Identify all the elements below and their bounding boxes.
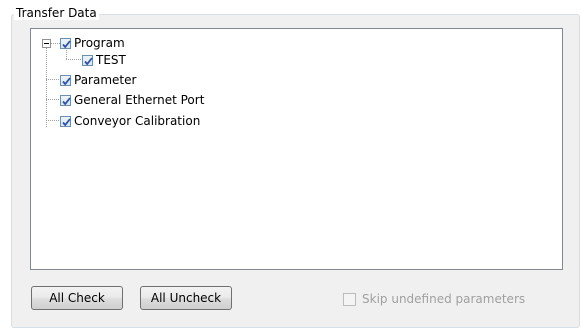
skip-undefined-checkbox-box[interactable] [343, 292, 356, 306]
tree-item-label: Program [74, 36, 125, 50]
tree-item-general-ethernet-port[interactable]: General Ethernet Port [60, 90, 204, 110]
all-uncheck-button[interactable]: All Uncheck [140, 286, 232, 310]
checkmark-icon [62, 117, 71, 126]
program-checkbox[interactable] [60, 37, 71, 49]
tree-connector-test [66, 59, 81, 60]
conveyor-calibration-checkbox[interactable] [60, 115, 71, 127]
transfer-tree-view[interactable]: Program TEST Parameter General Ethernet … [30, 28, 563, 270]
tree-item-parameter[interactable]: Parameter [60, 70, 136, 90]
tree-item-conveyor-calibration[interactable]: Conveyor Calibration [60, 111, 200, 131]
tree-item-test[interactable]: TEST [82, 50, 126, 70]
checkmark-icon [62, 76, 71, 85]
checkmark-icon [62, 39, 71, 48]
test-checkbox[interactable] [82, 54, 93, 66]
collapse-icon[interactable] [42, 39, 51, 48]
tree-connector-ethernet [46, 99, 59, 100]
tree-connector-program-h [51, 43, 60, 44]
tree-item-label: General Ethernet Port [74, 93, 205, 107]
tree-item-label: Conveyor Calibration [74, 114, 201, 128]
tree-item-label: TEST [96, 53, 126, 67]
group-title: Transfer Data [14, 6, 99, 20]
skip-undefined-label: Skip undefined parameters [362, 292, 526, 306]
transfer-data-panel: Transfer Data Program TEST Parameter Gen… [0, 0, 582, 332]
tree-connector-root [46, 48, 47, 127]
checkmark-icon [84, 56, 93, 65]
tree-connector-conveyor [46, 120, 59, 121]
all-check-button[interactable]: All Check [31, 286, 123, 310]
parameter-checkbox[interactable] [60, 74, 71, 86]
tree-item-label: Parameter [74, 73, 137, 87]
skip-undefined-parameters-checkbox[interactable]: Skip undefined parameters [343, 292, 525, 306]
checkmark-icon [62, 96, 71, 105]
general-ethernet-port-checkbox[interactable] [60, 94, 71, 106]
tree-connector-parameter [46, 79, 59, 80]
